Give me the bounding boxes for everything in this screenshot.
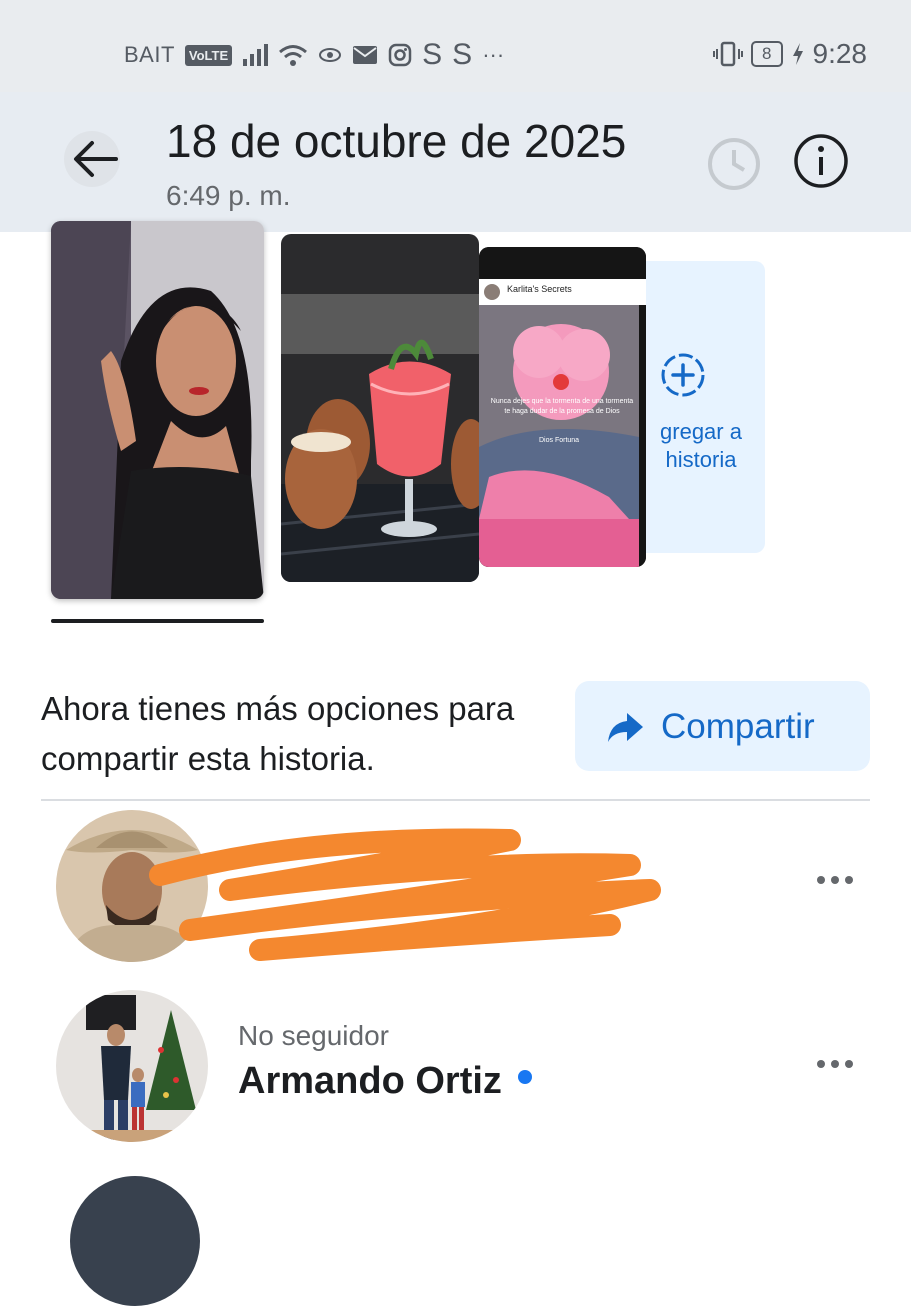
mail-icon: [353, 46, 378, 64]
story-thumbnail-2[interactable]: [281, 234, 479, 582]
story-thumbnail-1[interactable]: [51, 221, 264, 599]
share-arrow-icon: [608, 713, 643, 742]
signal-icon: [243, 44, 269, 66]
history-icon: [708, 138, 760, 190]
eye-icon: [319, 48, 342, 62]
share-prompt-text: Ahora tienes más opciones para compartir…: [41, 690, 515, 777]
redaction-scribble: [149, 828, 661, 961]
info-icon[interactable]: [793, 133, 849, 189]
charging-icon: [792, 43, 803, 65]
avatar[interactable]: [56, 990, 208, 1142]
more-options-icon[interactable]: [815, 872, 855, 888]
family-christmas-avatar-image: [56, 990, 208, 1142]
post-caption-sub: Dios Fortuna: [539, 437, 580, 444]
woman-portrait-image: [51, 221, 264, 599]
vibrate-icon: [713, 41, 744, 67]
active-story-indicator: [51, 619, 264, 623]
status-left: BAIT VoLTE S S ···: [124, 38, 504, 72]
more-dots-icon: ···: [482, 42, 505, 67]
add-story-label[interactable]: gregar a historia: [642, 418, 760, 474]
viewer-name[interactable]: Armando Ortiz: [238, 1060, 502, 1102]
post-author-bar: Karlita's Secrets: [479, 279, 646, 305]
share-button[interactable]: Compartir: [575, 681, 870, 771]
viewer-row[interactable]: [0, 810, 911, 980]
cocktails-image: [281, 234, 479, 582]
share-button-label: Compartir: [661, 707, 815, 746]
instagram-icon: [388, 43, 412, 67]
wifi-icon: [279, 45, 308, 66]
post-caption: Nunca dejes que la tormenta de una torme…: [490, 398, 634, 415]
story-thumbnail-3[interactable]: Karlita's Secrets Nunca dejes que la tor…: [479, 247, 646, 567]
clock: 9:28: [812, 38, 868, 69]
viewer-name-row[interactable]: Armando Ortiz: [238, 1060, 532, 1103]
s-app-icon: S: [452, 38, 473, 71]
divider: [41, 799, 870, 801]
status-right: 8 9:28: [713, 38, 867, 70]
add-story-icon[interactable]: [659, 351, 707, 399]
s-app-icon: S: [422, 38, 443, 71]
battery-icon: 8: [751, 41, 783, 67]
add-to-story-card[interactable]: [646, 261, 765, 553]
viewer-row[interactable]: No seguidor Armando Ortiz: [0, 990, 911, 1160]
viewer-relation: No seguidor: [238, 1020, 389, 1051]
more-options-icon[interactable]: [815, 1056, 855, 1072]
status-bar: BAIT VoLTE S S ··· 8 9:28: [0, 0, 911, 92]
volte-badge: VoLTE: [184, 44, 233, 66]
carrier-label: BAIT: [124, 42, 175, 67]
post-author-name: Karlita's Secrets: [507, 284, 572, 294]
story-time: 6:49 p. m.: [166, 180, 291, 211]
back-arrow-icon[interactable]: [60, 124, 130, 194]
online-status-dot: [517, 1069, 532, 1084]
author-avatar-icon: [484, 284, 500, 300]
page-title: 18 de octubre de 2025: [166, 115, 627, 167]
avatar[interactable]: [70, 1176, 200, 1306]
